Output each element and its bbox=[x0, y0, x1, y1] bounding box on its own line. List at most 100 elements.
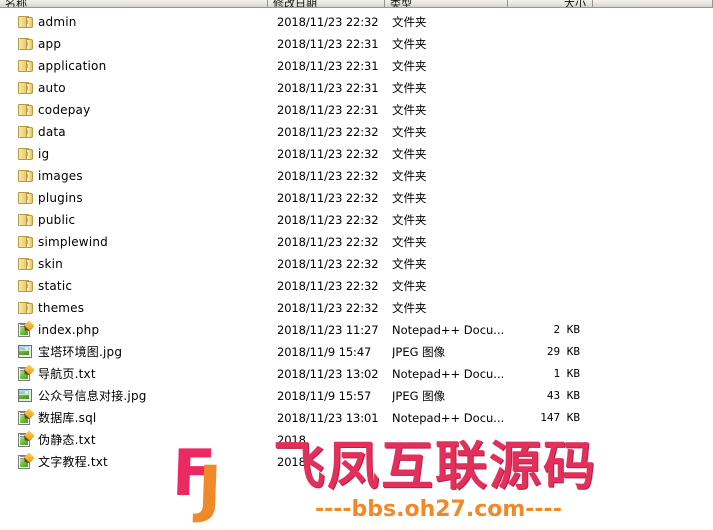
folder-icon bbox=[18, 81, 33, 95]
file-name[interactable]: public bbox=[38, 209, 284, 231]
document-icon bbox=[18, 408, 35, 425]
file-name[interactable]: 公众号信息对接.jpg bbox=[38, 385, 284, 407]
file-type: 文件夹 bbox=[392, 279, 427, 293]
file-modified-date: 2018/11/23 22:32 bbox=[277, 235, 379, 249]
file-name[interactable]: application bbox=[38, 55, 284, 77]
file-row[interactable]: 宝塔环境图.jpg 2018/11/9 15:47 JPEG 图像 29 KB bbox=[0, 341, 713, 363]
file-size bbox=[512, 209, 580, 231]
file-row[interactable]: plugins 2018/11/23 22:32 文件夹 bbox=[0, 187, 713, 209]
file-row[interactable]: auto 2018/11/23 22:31 文件夹 bbox=[0, 77, 713, 99]
file-size bbox=[512, 55, 580, 77]
file-name[interactable]: app bbox=[38, 33, 284, 55]
file-modified-date: 2018/11/23 13:01 bbox=[277, 411, 379, 425]
file-name[interactable]: 文字教程.txt bbox=[38, 451, 284, 473]
file-type: 文件夹 bbox=[392, 235, 427, 249]
file-modified-date: 2018 bbox=[277, 455, 306, 469]
file-row[interactable]: 数据库.sql 2018/11/23 13:01 Notepad++ Docu...… bbox=[0, 407, 713, 429]
file-row[interactable]: ig 2018/11/23 22:32 文件夹 bbox=[0, 143, 713, 165]
column-header-blank[interactable] bbox=[593, 0, 713, 7]
file-row[interactable]: 导航页.txt 2018/11/23 13:02 Notepad++ Docu...… bbox=[0, 363, 713, 385]
file-size: 147 KB bbox=[540, 411, 580, 424]
file-name[interactable]: plugins bbox=[38, 187, 284, 209]
file-modified-date: 2018/11/23 22:31 bbox=[277, 37, 379, 51]
file-name[interactable]: images bbox=[38, 165, 284, 187]
column-header-name[interactable]: 名称 bbox=[0, 0, 268, 7]
file-row[interactable]: index.php 2018/11/23 11:27 Notepad++ Docu.… bbox=[0, 319, 713, 341]
file-size: 1 KB bbox=[553, 367, 581, 380]
file-row[interactable]: admin 2018/11/23 22:32 文件夹 bbox=[0, 11, 713, 33]
file-size bbox=[512, 253, 580, 275]
file-row[interactable]: app 2018/11/23 22:31 文件夹 bbox=[0, 33, 713, 55]
folder-icon bbox=[18, 213, 33, 227]
file-type: 文件夹 bbox=[392, 81, 427, 95]
file-row[interactable]: skin 2018/11/23 22:32 文件夹 bbox=[0, 253, 713, 275]
file-name[interactable]: simplewind bbox=[38, 231, 284, 253]
file-row[interactable]: 公众号信息对接.jpg 2018/11/9 15:57 JPEG 图像 43 KB bbox=[0, 385, 713, 407]
file-name[interactable]: admin bbox=[38, 11, 284, 33]
file-modified-date: 2018/11/23 22:32 bbox=[277, 15, 379, 29]
file-name[interactable]: auto bbox=[38, 77, 284, 99]
file-size bbox=[512, 11, 580, 33]
file-row[interactable]: themes 2018/11/23 22:32 文件夹 bbox=[0, 297, 713, 319]
folder-icon bbox=[18, 279, 33, 293]
file-type: Notepad++ Docu... bbox=[392, 323, 504, 337]
folder-icon bbox=[18, 235, 33, 249]
file-name[interactable]: themes bbox=[38, 297, 284, 319]
file-size bbox=[512, 297, 580, 319]
document-icon bbox=[18, 430, 35, 447]
column-header-size[interactable]: 大小 bbox=[508, 0, 593, 7]
file-type: JPEG 图像 bbox=[392, 345, 446, 359]
file-name[interactable]: codepay bbox=[38, 99, 284, 121]
file-type: Notepad++ Docu... bbox=[392, 411, 504, 425]
file-name[interactable]: 导航页.txt bbox=[38, 363, 284, 385]
file-name[interactable]: 宝塔环境图.jpg bbox=[38, 341, 284, 363]
file-row[interactable]: application 2018/11/23 22:31 文件夹 bbox=[0, 55, 713, 77]
file-type: 文件夹 bbox=[392, 37, 427, 51]
image-icon bbox=[18, 345, 33, 359]
file-size bbox=[512, 187, 580, 209]
column-header-date[interactable]: 修改日期 bbox=[268, 0, 385, 7]
file-row[interactable]: 伪静态.txt 2018 bbox=[0, 429, 713, 451]
file-list-view: 名称 修改日期 类型 大小 admin 2018/11/23 22:32 文件夹 app 20… bbox=[0, 0, 713, 527]
file-name[interactable]: data bbox=[38, 121, 284, 143]
file-type: JPEG 图像 bbox=[392, 389, 446, 403]
file-modified-date: 2018/11/23 22:31 bbox=[277, 81, 379, 95]
file-name[interactable]: static bbox=[38, 275, 284, 297]
column-header-type[interactable]: 类型 bbox=[385, 0, 508, 7]
folder-icon bbox=[18, 37, 33, 51]
file-name[interactable]: ig bbox=[38, 143, 284, 165]
file-name[interactable]: 数据库.sql bbox=[38, 407, 284, 429]
file-type: 文件夹 bbox=[392, 125, 427, 139]
folder-icon bbox=[18, 147, 33, 161]
document-icon bbox=[18, 452, 35, 469]
file-size: 29 KB bbox=[546, 345, 580, 358]
file-modified-date: 2018/11/23 22:32 bbox=[277, 191, 379, 205]
file-modified-date: 2018/11/23 22:31 bbox=[277, 103, 379, 117]
file-modified-date: 2018/11/23 22:32 bbox=[277, 257, 379, 271]
folder-icon bbox=[18, 169, 33, 183]
file-name[interactable]: index.php bbox=[38, 319, 284, 341]
file-row[interactable]: codepay 2018/11/23 22:31 文件夹 bbox=[0, 99, 713, 121]
file-row[interactable]: public 2018/11/23 22:32 文件夹 bbox=[0, 209, 713, 231]
file-row[interactable]: data 2018/11/23 22:32 文件夹 bbox=[0, 121, 713, 143]
file-name[interactable]: skin bbox=[38, 253, 284, 275]
file-row[interactable]: simplewind 2018/11/23 22:32 文件夹 bbox=[0, 231, 713, 253]
file-modified-date: 2018/11/9 15:57 bbox=[277, 389, 372, 403]
file-row[interactable]: images 2018/11/23 22:32 文件夹 bbox=[0, 165, 713, 187]
file-size bbox=[512, 121, 580, 143]
file-size: 43 KB bbox=[546, 389, 580, 402]
file-modified-date: 2018/11/23 11:27 bbox=[277, 323, 379, 337]
file-size bbox=[512, 429, 580, 451]
watermark-url-text: ----bbs.oh27.com---- bbox=[315, 497, 562, 522]
file-row[interactable]: static 2018/11/23 22:32 文件夹 bbox=[0, 275, 713, 297]
file-type: 文件夹 bbox=[392, 59, 427, 73]
file-name[interactable]: 伪静态.txt bbox=[38, 429, 284, 451]
file-type: 文件夹 bbox=[392, 301, 427, 315]
folder-icon bbox=[18, 257, 33, 271]
file-modified-date: 2018/11/23 22:32 bbox=[277, 125, 379, 139]
file-row[interactable]: 文字教程.txt 2018 bbox=[0, 451, 713, 473]
folder-icon bbox=[18, 191, 33, 205]
file-modified-date: 2018/11/23 22:32 bbox=[277, 169, 379, 183]
folder-icon bbox=[18, 15, 33, 29]
file-size bbox=[512, 77, 580, 99]
